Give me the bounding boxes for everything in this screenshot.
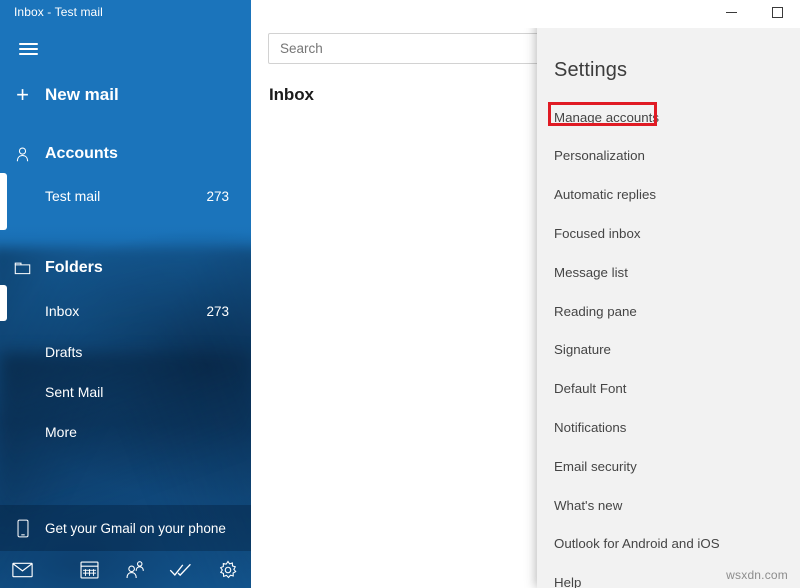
people-icon[interactable] [112, 551, 158, 588]
settings-item-label: What's new [554, 498, 622, 513]
minimize-icon [726, 12, 737, 13]
maximize-icon [772, 7, 783, 18]
sidebar-item-test-mail[interactable]: Test mail 273 [0, 176, 251, 216]
settings-item-notifications[interactable]: Notifications [537, 413, 800, 441]
gear-icon[interactable] [205, 551, 251, 588]
settings-item-label: Personalization [554, 148, 645, 163]
new-mail-button[interactable]: + New mail [0, 75, 251, 115]
phone-icon [0, 519, 45, 538]
folder-label-drafts: Drafts [45, 344, 229, 360]
search-input[interactable] [280, 41, 539, 56]
settings-item-outlook-for-android-and-ios[interactable]: Outlook for Android and iOS [537, 530, 800, 558]
minimize-button[interactable] [708, 0, 754, 24]
message-list-pane: Inbox [255, 0, 540, 588]
settings-item-manage-accounts[interactable]: Manage accounts [537, 103, 800, 131]
sidebar-item-drafts[interactable]: Drafts [0, 332, 251, 372]
folders-label: Folders [45, 259, 251, 277]
settings-item-focused-inbox[interactable]: Focused inbox [537, 219, 800, 247]
folder-label-more: More [45, 424, 229, 440]
navigation-pane: Inbox - Test mail + New mail Accounts [0, 0, 251, 588]
settings-item-what-s-new[interactable]: What's new [537, 491, 800, 519]
mail-icon[interactable] [0, 551, 46, 588]
settings-item-default-font[interactable]: Default Font [537, 375, 800, 403]
settings-item-label: Manage accounts [554, 110, 659, 125]
calendar-icon[interactable] [67, 551, 113, 588]
account-label: Test mail [45, 188, 206, 204]
settings-item-reading-pane[interactable]: Reading pane [537, 297, 800, 325]
folder-unread-count-inbox: 273 [206, 304, 251, 319]
account-unread-count: 273 [206, 189, 251, 204]
settings-item-automatic-replies[interactable]: Automatic replies [537, 181, 800, 209]
settings-item-label: Message list [554, 265, 628, 280]
settings-item-label: Outlook for Android and iOS [554, 536, 720, 551]
settings-item-label: Email security [554, 459, 637, 474]
person-icon [0, 146, 45, 163]
app-switcher-bar [0, 551, 251, 588]
window-title: Inbox - Test mail [14, 5, 103, 19]
plus-icon: + [0, 84, 45, 106]
settings-title: Settings [554, 59, 627, 82]
settings-item-label: Signature [554, 342, 611, 357]
folders-section-header[interactable]: Folders [0, 248, 251, 288]
settings-item-label: Notifications [554, 420, 626, 435]
search-box[interactable] [268, 33, 551, 64]
settings-item-signature[interactable]: Signature [537, 336, 800, 364]
page-title: Inbox [269, 85, 314, 105]
title-bar [502, 0, 800, 28]
settings-item-message-list[interactable]: Message list [537, 258, 800, 286]
checkmark-icon[interactable] [158, 551, 204, 588]
watermark: wsxdn.com [726, 568, 788, 582]
settings-item-label: Automatic replies [554, 187, 656, 202]
settings-flyout-panel: Settings Manage accounts Personalization A… [537, 23, 800, 588]
accounts-section-header[interactable]: Accounts [0, 134, 251, 174]
settings-item-email-security[interactable]: Email security [537, 452, 800, 480]
hamburger-menu-icon[interactable] [10, 36, 50, 62]
gmail-phone-promo-banner[interactable]: Get your Gmail on your phone [0, 505, 251, 551]
sidebar-item-sent-mail[interactable]: Sent Mail [0, 372, 251, 412]
settings-item-label: Reading pane [554, 304, 637, 319]
accounts-label: Accounts [45, 145, 251, 163]
gmail-promo-label: Get your Gmail on your phone [45, 521, 226, 536]
settings-item-personalization[interactable]: Personalization [537, 142, 800, 170]
new-mail-label: New mail [45, 85, 251, 105]
folder-icon [0, 261, 45, 276]
mail-application-window: Inbox - Test mail + New mail Accounts [0, 0, 800, 588]
folder-label-inbox: Inbox [45, 303, 206, 319]
settings-item-label: Help [554, 575, 581, 588]
sidebar-item-inbox[interactable]: Inbox 273 [0, 291, 251, 331]
maximize-button[interactable] [754, 0, 800, 24]
settings-item-label: Default Font [554, 381, 626, 396]
settings-item-label: Focused inbox [554, 226, 640, 241]
folder-label-sent: Sent Mail [45, 384, 229, 400]
sidebar-item-more[interactable]: More [0, 412, 251, 452]
